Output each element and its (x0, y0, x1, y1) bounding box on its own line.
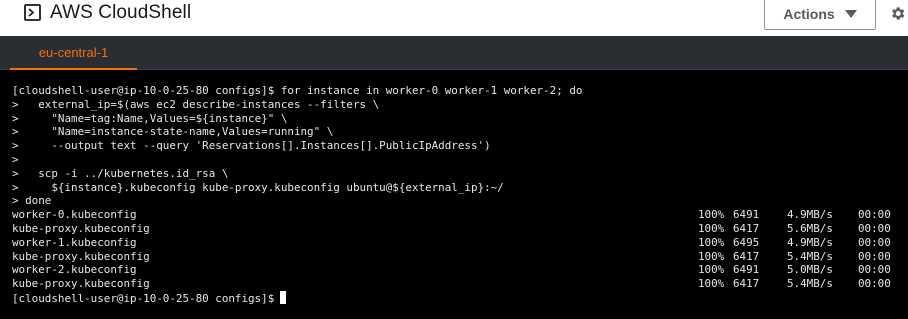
transfer-file: kube-proxy.kubeconfig (12, 221, 150, 235)
prompt-line[interactable]: [cloudshell-user@ip-10-0-25-80 configs]$ (12, 290, 908, 305)
terminal-line: > "Name=instance-state-name,Values=runni… (12, 125, 334, 139)
terminal-line: > ${instance}.kubeconfig kube-proxy.kube… (12, 180, 504, 194)
tab-eu-central-1[interactable]: eu-central-1 (10, 36, 137, 70)
transfer-row: kube-proxy.kubeconfig 100% 6417 5.6MB/s … (12, 222, 908, 236)
transfer-rate: 5.6MB/s (787, 221, 833, 235)
transfer-file: worker-2.kubeconfig (12, 263, 137, 277)
gear-icon[interactable] (889, 5, 906, 22)
transfer-size: 6495 (733, 235, 760, 249)
transfer-eta: 00:00 (858, 208, 891, 222)
transfer-eta: 00:00 (858, 249, 891, 263)
transfer-percent: 100% (698, 221, 725, 235)
transfer-percent: 100% (698, 263, 725, 277)
transfer-row: worker-1.kubeconfig 100% 6495 4.9MB/s 00… (12, 236, 908, 250)
transfer-percent: 100% (698, 208, 725, 222)
terminal-line: [cloudshell-user@ip-10-0-25-80 configs]$… (12, 84, 583, 97)
terminal-line: > "Name=tag:Name,Values=${instance}" \ (12, 111, 288, 125)
transfer-percent: 100% (698, 277, 725, 291)
transfer-eta: 00:00 (858, 277, 891, 291)
transfer-eta: 00:00 (858, 263, 891, 277)
transfer-percent: 100% (698, 249, 725, 263)
transfer-rate: 5.4MB/s (787, 277, 833, 291)
transfer-row: kube-proxy.kubeconfig 100% 6417 5.4MB/s … (12, 250, 908, 264)
transfer-row: worker-2.kubeconfig 100% 6491 5.0MB/s 00… (12, 263, 908, 277)
caret-down-icon (844, 10, 857, 18)
transfer-size: 6417 (733, 221, 760, 235)
transfer-file: kube-proxy.kubeconfig (12, 249, 150, 263)
transfer-row: worker-0.kubeconfig 100% 6491 4.9MB/s 00… (12, 208, 908, 222)
transfer-file: worker-1.kubeconfig (12, 235, 137, 249)
transfer-eta: 00:00 (858, 221, 891, 235)
terminal-line: > done (12, 194, 52, 208)
terminal[interactable]: [cloudshell-user@ip-10-0-25-80 configs]$… (0, 70, 908, 319)
transfer-file: worker-0.kubeconfig (12, 208, 137, 222)
transfer-rate: 5.4MB/s (787, 249, 833, 263)
app-header: AWS CloudShell Actions (0, 0, 908, 34)
terminal-icon (24, 4, 41, 21)
terminal-line: > external_ip=$(aws ec2 describe-instanc… (12, 97, 380, 111)
transfer-percent: 100% (698, 235, 725, 249)
transfer-size: 6491 (733, 263, 760, 277)
transfer-size: 6417 (733, 249, 760, 263)
transfer-rate: 4.9MB/s (787, 208, 833, 222)
actions-button[interactable]: Actions (764, 0, 876, 30)
shell-prompt: [cloudshell-user@ip-10-0-25-80 configs]$ (12, 291, 275, 305)
actions-button-label: Actions (783, 5, 835, 22)
transfer-rate: 5.0MB/s (787, 263, 833, 277)
transfer-eta: 00:00 (858, 235, 891, 249)
transfer-size: 6491 (733, 208, 760, 222)
text-cursor (280, 290, 287, 304)
terminal-line: > scp -i ../kubernetes.id_rsa \ (12, 166, 229, 180)
transfer-row: kube-proxy.kubeconfig 100% 6417 5.4MB/s … (12, 277, 908, 291)
transfer-size: 6417 (733, 277, 760, 291)
terminal-line: > --output text --query 'Reservations[].… (12, 139, 491, 153)
terminal-line: > (12, 152, 19, 166)
app-title: AWS CloudShell (50, 2, 192, 23)
transfer-rate: 4.9MB/s (787, 235, 833, 249)
transfer-file: kube-proxy.kubeconfig (12, 277, 150, 291)
tab-bar: eu-central-1 (0, 36, 908, 70)
